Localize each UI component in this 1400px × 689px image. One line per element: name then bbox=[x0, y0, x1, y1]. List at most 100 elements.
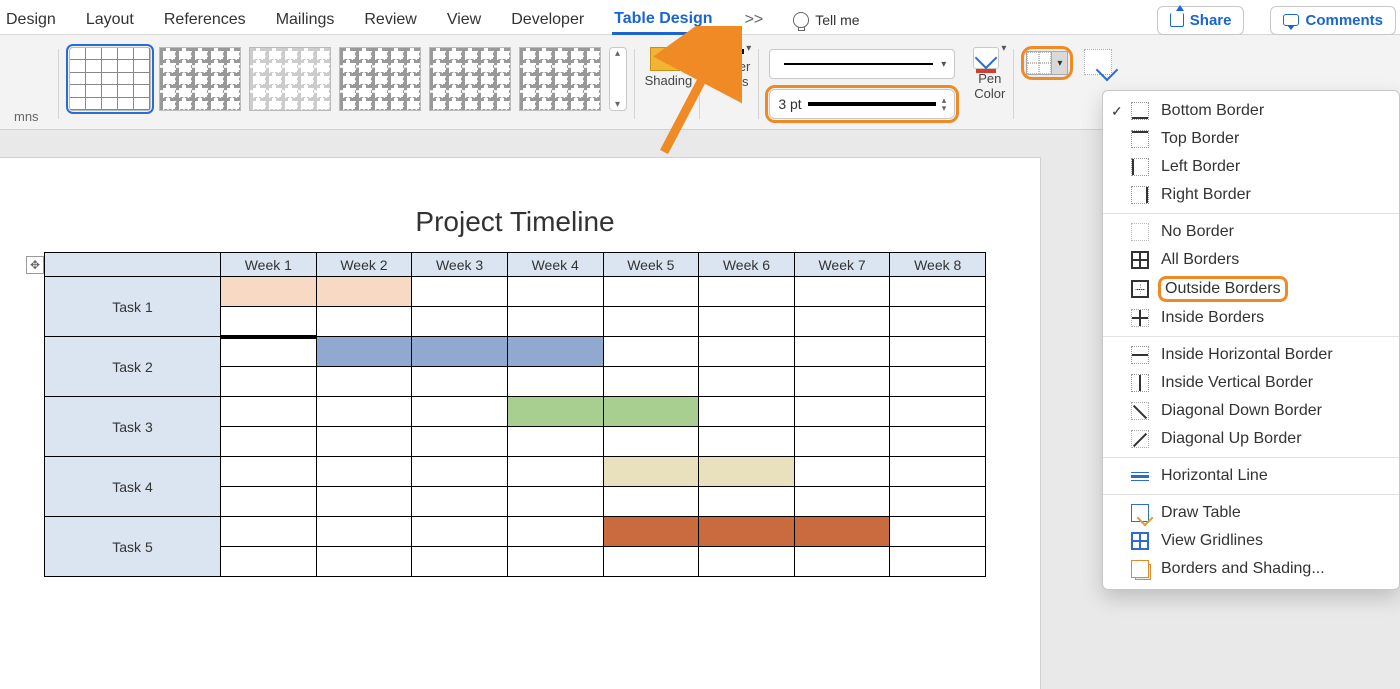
tab-references[interactable]: References bbox=[162, 7, 248, 33]
chevron-down-icon[interactable]: ▾ bbox=[746, 43, 751, 54]
border-painter-button[interactable] bbox=[1084, 49, 1112, 75]
draw-table-icon bbox=[1131, 504, 1149, 522]
comments-icon bbox=[1283, 14, 1299, 26]
tab-mailings[interactable]: Mailings bbox=[274, 7, 337, 33]
menu-item-outside-borders[interactable]: Outside Borders bbox=[1103, 274, 1399, 304]
chevron-down-icon[interactable]: ▾ bbox=[941, 59, 946, 70]
table-style-5[interactable] bbox=[429, 47, 511, 111]
styles-paginator[interactable]: ▴▾ bbox=[609, 47, 627, 111]
share-icon bbox=[1170, 13, 1184, 27]
columns-label: mns bbox=[14, 109, 39, 125]
group-pen-color: ▾ Pen Color bbox=[965, 41, 1014, 127]
menu-item-no-border[interactable]: No Border bbox=[1103, 218, 1399, 246]
task-label: Task 2 bbox=[45, 337, 221, 397]
share-label: Share bbox=[1190, 12, 1232, 29]
table-row[interactable]: Task 5 bbox=[45, 517, 986, 547]
chevron-down-icon[interactable]: ▾ bbox=[1052, 51, 1068, 75]
border-styles-button[interactable]: ▾ Border Styles bbox=[710, 43, 751, 89]
table-row[interactable]: Task 3 bbox=[45, 397, 986, 427]
chevron-down-icon[interactable]: ▾ bbox=[615, 99, 620, 110]
table-style-1[interactable] bbox=[69, 47, 151, 111]
table-row[interactable]: Task 4 bbox=[45, 457, 986, 487]
table-style-3[interactable] bbox=[249, 47, 331, 111]
border-inside-h-icon bbox=[1131, 346, 1149, 364]
tab-layout[interactable]: Layout bbox=[84, 7, 136, 33]
horizontal-line-icon bbox=[1131, 467, 1149, 485]
table-style-6[interactable] bbox=[519, 47, 601, 111]
tab-review[interactable]: Review bbox=[362, 7, 418, 33]
borders-split-button[interactable]: ▾ bbox=[1024, 49, 1070, 77]
table-style-2[interactable] bbox=[159, 47, 241, 111]
tab-view[interactable]: View bbox=[445, 7, 483, 33]
task-label: Task 4 bbox=[45, 457, 221, 517]
menu-item-all-borders[interactable]: All Borders bbox=[1103, 246, 1399, 274]
menu-item-right-border[interactable]: Right Border bbox=[1103, 181, 1399, 209]
gridlines-icon bbox=[1131, 532, 1149, 550]
border-bottom-icon bbox=[1131, 102, 1149, 120]
lightbulb-icon bbox=[793, 12, 809, 28]
menu-item-diagonal-down[interactable]: Diagonal Down Border bbox=[1103, 397, 1399, 425]
chevron-down-icon[interactable]: ▾ bbox=[682, 43, 687, 54]
chevron-down-icon[interactable]: ▾ bbox=[1001, 43, 1006, 54]
border-inside-icon bbox=[1131, 309, 1149, 327]
border-outside-icon bbox=[1131, 280, 1149, 298]
table-row[interactable]: Task 2 bbox=[45, 337, 986, 367]
tab-table-design[interactable]: Table Design bbox=[612, 6, 714, 35]
tab-developer[interactable]: Developer bbox=[509, 7, 586, 33]
share-button[interactable]: Share bbox=[1157, 6, 1245, 35]
group-table-styles: ▴▾ bbox=[61, 41, 635, 127]
timeline-table[interactable]: Week 1 Week 2 Week 3 Week 4 Week 5 Week … bbox=[44, 252, 986, 577]
border-top-icon bbox=[1131, 130, 1149, 148]
check-icon: ✓ bbox=[1111, 103, 1123, 120]
menu-item-diagonal-up[interactable]: Diagonal Up Border bbox=[1103, 425, 1399, 453]
border-inside-v-icon bbox=[1131, 374, 1149, 392]
header-week: Week 3 bbox=[412, 253, 508, 277]
tell-me-search[interactable]: Tell me bbox=[793, 12, 859, 28]
table-header-row: Week 1 Week 2 Week 3 Week 4 Week 5 Week … bbox=[45, 253, 986, 277]
group-shading: ▾ Shading bbox=[637, 41, 701, 127]
stepper-icon[interactable]: ▴▾ bbox=[942, 96, 947, 112]
group-border-weight: ▾ 3 pt ▴▾ bbox=[761, 41, 963, 127]
border-weight-selector[interactable]: 3 pt ▴▾ bbox=[769, 89, 955, 119]
table-move-handle[interactable]: ✥ bbox=[26, 256, 44, 274]
header-week: Week 7 bbox=[794, 253, 890, 277]
border-all-icon bbox=[1131, 251, 1149, 269]
task-label: Task 5 bbox=[45, 517, 221, 577]
menu-item-horizontal-line[interactable]: Horizontal Line bbox=[1103, 462, 1399, 490]
comments-label: Comments bbox=[1305, 12, 1383, 29]
border-right-icon bbox=[1131, 186, 1149, 204]
group-border-styles: ▾ Border Styles bbox=[702, 41, 759, 127]
menu-item-top-border[interactable]: Top Border bbox=[1103, 125, 1399, 153]
header-week: Week 4 bbox=[507, 253, 603, 277]
border-style-icon bbox=[710, 49, 744, 57]
page-title: Project Timeline bbox=[44, 206, 986, 238]
menu-item-view-gridlines[interactable]: View Gridlines bbox=[1103, 527, 1399, 555]
tab-design[interactable]: Design bbox=[4, 7, 58, 33]
header-empty bbox=[45, 253, 221, 277]
pen-icon bbox=[973, 47, 999, 69]
shading-button[interactable]: ▾ Shading bbox=[645, 43, 693, 88]
pen-color-button[interactable]: ▾ Pen Color bbox=[973, 43, 1006, 101]
tell-me-label: Tell me bbox=[815, 12, 859, 28]
chevron-up-icon[interactable]: ▴ bbox=[615, 48, 620, 59]
shading-label: Shading bbox=[645, 73, 693, 88]
borders-icon bbox=[1026, 51, 1052, 75]
paint-bucket-icon bbox=[650, 47, 680, 71]
header-week: Week 2 bbox=[316, 253, 412, 277]
menu-item-left-border[interactable]: Left Border bbox=[1103, 153, 1399, 181]
tabs-overflow[interactable]: >> bbox=[741, 11, 768, 29]
header-week: Week 5 bbox=[603, 253, 699, 277]
border-style-selector[interactable]: ▾ bbox=[769, 49, 955, 79]
table-row[interactable]: Task 1 bbox=[45, 277, 986, 307]
comments-button[interactable]: Comments bbox=[1270, 6, 1396, 35]
border-diag-up-icon bbox=[1131, 430, 1149, 448]
menu-item-borders-shading[interactable]: Borders and Shading... bbox=[1103, 555, 1399, 583]
menu-item-bottom-border[interactable]: ✓Bottom Border bbox=[1103, 97, 1399, 125]
menu-item-inside-horizontal[interactable]: Inside Horizontal Border bbox=[1103, 341, 1399, 369]
menu-item-inside-borders[interactable]: Inside Borders bbox=[1103, 304, 1399, 332]
menu-item-draw-table[interactable]: Draw Table bbox=[1103, 499, 1399, 527]
menu-item-inside-vertical[interactable]: Inside Vertical Border bbox=[1103, 369, 1399, 397]
border-diag-down-icon bbox=[1131, 402, 1149, 420]
task-label: Task 1 bbox=[45, 277, 221, 337]
table-style-4[interactable] bbox=[339, 47, 421, 111]
